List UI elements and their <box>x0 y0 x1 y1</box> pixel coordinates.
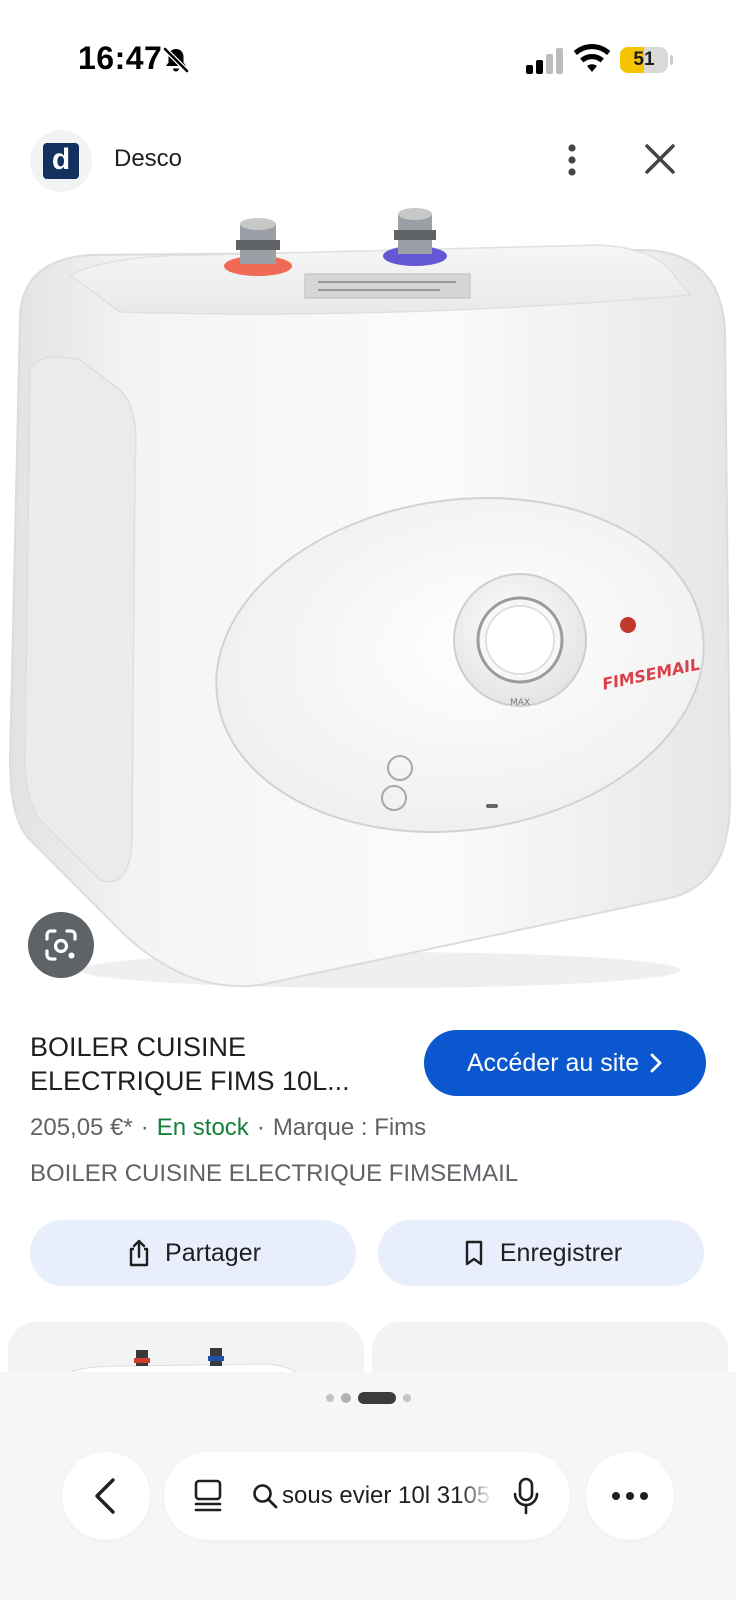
search-bar[interactable]: sous evier 10l 3105 <box>164 1452 570 1540</box>
battery-icon: 51 <box>620 47 673 73</box>
product-description: BOILER CUISINE ELECTRIQUE FIMSEMAIL <box>30 1160 519 1187</box>
share-button[interactable]: Partager <box>30 1220 356 1286</box>
search-query[interactable]: sous evier 10l 3105 <box>282 1482 492 1510</box>
microphone-icon[interactable] <box>512 1476 540 1516</box>
back-button[interactable] <box>62 1452 150 1540</box>
back-chevron-icon <box>95 1478 115 1514</box>
product-meta: 205,05 €* · En stock · Marque : Fims <box>30 1114 426 1142</box>
page-indicator <box>0 1390 736 1406</box>
save-button[interactable]: Enregistrer <box>378 1220 704 1286</box>
tabs-icon[interactable] <box>192 1478 224 1514</box>
battery-level: 51 <box>633 49 655 70</box>
more-horizontal-icon <box>612 1492 648 1500</box>
product-title[interactable]: BOILER CUISINE ELECTRIQUE FIMS 10L... <box>30 1030 390 1098</box>
meta-separator: · <box>256 1114 265 1141</box>
visit-site-label: Accéder au site <box>466 1048 640 1077</box>
stock-status: En stock <box>156 1114 249 1141</box>
chevron-right-icon <box>650 1053 662 1073</box>
source-favicon[interactable]: d <box>30 130 92 192</box>
source-name[interactable]: Desco <box>114 145 182 173</box>
cellular-signal-icon <box>526 48 563 74</box>
share-icon <box>129 1239 149 1267</box>
product-price: 205,05 €* <box>30 1114 133 1141</box>
page-dot <box>402 1394 411 1402</box>
share-label: Partager <box>165 1238 261 1267</box>
save-label: Enregistrer <box>499 1238 623 1267</box>
wifi-icon <box>574 44 610 72</box>
google-lens-button[interactable] <box>28 912 94 978</box>
favicon-letter: d <box>43 143 79 179</box>
dial-max-label: MAX <box>510 698 530 708</box>
page-dot-active <box>357 1392 396 1404</box>
status-bar: 16:47 51 <box>0 0 736 120</box>
page-dot <box>325 1394 334 1402</box>
status-time: 16:47 <box>78 40 163 76</box>
more-vertical-icon[interactable] <box>560 140 584 180</box>
bell-slash-icon <box>163 47 189 73</box>
visit-site-button[interactable]: Accéder au site <box>424 1030 706 1096</box>
page-dot <box>340 1393 351 1403</box>
product-brand: Marque : Fims <box>272 1114 427 1141</box>
meta-separator: · <box>140 1114 149 1141</box>
search-icon <box>253 1484 278 1509</box>
more-menu-button[interactable] <box>586 1452 674 1540</box>
product-image[interactable]: MAX FIMSEMAIL <box>0 200 736 1000</box>
google-lens-icon <box>45 929 77 961</box>
source-header: d Desco <box>0 125 736 195</box>
close-icon[interactable] <box>640 139 680 179</box>
bookmark-icon <box>465 1240 483 1266</box>
